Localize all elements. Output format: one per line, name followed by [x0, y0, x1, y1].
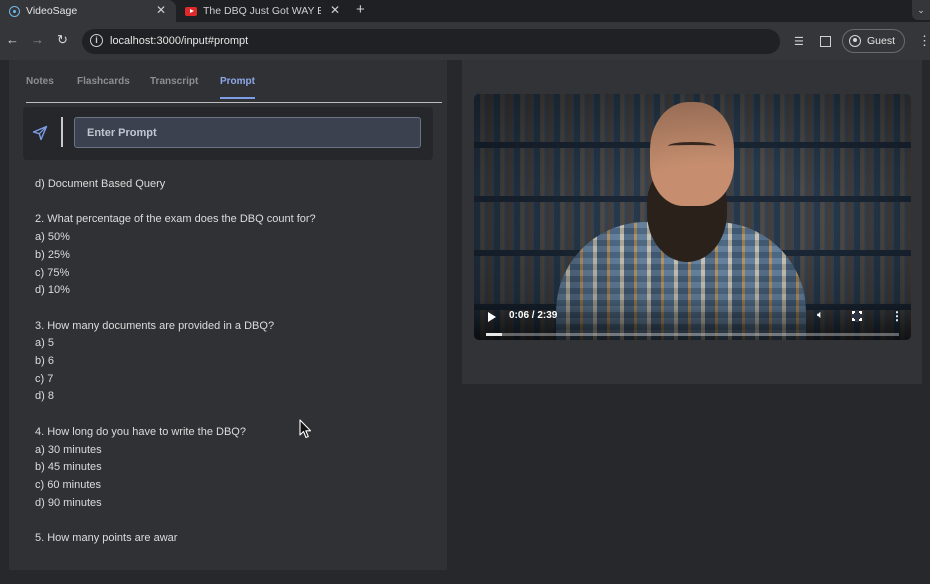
response-line: b) 45 minutes — [35, 461, 102, 474]
fullscreen-icon[interactable] — [851, 310, 863, 322]
response-line: 5. How many points are awar — [35, 532, 178, 544]
address-url[interactable]: localhost:3000/input#prompt — [110, 35, 248, 47]
response-line: d) 90 minutes — [35, 496, 102, 509]
close-tab-icon[interactable]: ✕ — [330, 3, 340, 17]
prompt-input[interactable] — [74, 117, 421, 148]
prompt-divider — [61, 117, 63, 147]
response-line: c) 75% — [35, 266, 70, 279]
response-line: a) 5 — [35, 337, 54, 350]
youtube-icon — [185, 6, 197, 16]
profile-button[interactable]: Guest — [842, 29, 905, 53]
response-line: a) 30 minutes — [35, 443, 102, 456]
reload-icon[interactable]: ↻ — [57, 32, 68, 48]
browser-toolbar: ← → ↻ i localhost:3000/input#prompt ☰ Gu… — [0, 22, 930, 60]
side-panel-icon[interactable] — [820, 36, 831, 47]
response-line: b) 6 — [35, 355, 54, 367]
response-line: a) 50% — [35, 231, 70, 244]
response-line: c) 7 — [35, 372, 54, 385]
browser-menu-icon[interactable]: ⋮ — [918, 33, 930, 49]
video-time: 0:06 / 2:39 — [509, 310, 558, 321]
video-more-icon[interactable]: ⋮ — [891, 309, 903, 323]
video-progress-fill — [486, 333, 502, 336]
person-icon — [849, 35, 861, 47]
response-line: 3. How many documents are provided in a … — [35, 319, 275, 332]
profile-label: Guest — [867, 35, 896, 47]
video-progress-bar[interactable] — [486, 333, 899, 336]
browser-tab-strip: VideoSage ✕ The DBQ Just Got WAY EASI ✕ … — [0, 0, 930, 22]
browser-tab-title: The DBQ Just Got WAY EASI — [203, 5, 321, 17]
browser-tab-youtube[interactable]: The DBQ Just Got WAY EASI ✕ — [178, 0, 350, 22]
site-info-icon[interactable]: i — [90, 34, 103, 47]
address-bar[interactable]: i localhost:3000/input#prompt — [82, 29, 780, 54]
tab-notes[interactable]: Notes — [26, 76, 54, 87]
new-tab-button[interactable]: + — [356, 1, 365, 18]
back-arrow-icon[interactable]: ← — [6, 32, 19, 47]
prompt-response: d) Document Based Query 2. What percentag… — [35, 176, 425, 548]
response-line: 2. What percentage of the exam does the … — [35, 213, 316, 226]
media-control-icon[interactable]: ☰ — [794, 35, 804, 48]
response-line: c) 60 minutes — [35, 478, 102, 491]
video-controls: 0:06 / 2:39 🔈︎ ⋮ — [474, 300, 911, 340]
response-line: 4. How long do you have to write the DBQ… — [35, 425, 246, 438]
video-player[interactable]: 0:06 / 2:39 🔈︎ ⋮ — [474, 94, 911, 340]
browser-tab-videosage[interactable]: VideoSage ✕ — [0, 0, 176, 22]
browser-tab-title: VideoSage — [26, 5, 78, 17]
forward-arrow-icon[interactable]: → — [31, 32, 44, 47]
response-line: d) 8 — [35, 390, 54, 403]
tab-search-chevron-icon[interactable]: ⌄ — [912, 0, 930, 20]
video-panel: 0:06 / 2:39 🔈︎ ⋮ — [462, 60, 922, 384]
tab-transcript[interactable]: Transcript — [150, 76, 198, 87]
response-line: d) 10% — [35, 284, 70, 297]
send-icon[interactable] — [32, 125, 48, 146]
react-icon — [9, 5, 20, 17]
page-content: Notes Flashcards Transcript Prompt d) Do… — [0, 60, 930, 584]
close-tab-icon[interactable]: ✕ — [156, 3, 166, 17]
play-icon[interactable] — [488, 312, 496, 322]
volume-icon[interactable]: 🔈︎ — [817, 309, 824, 322]
response-line: b) 25% — [35, 248, 70, 261]
mouse-cursor-icon — [299, 419, 312, 439]
response-line: d) Document Based Query — [35, 178, 166, 190]
tab-flashcards[interactable]: Flashcards — [77, 76, 130, 87]
panel-tabs: Notes Flashcards Transcript Prompt — [26, 76, 442, 103]
tab-prompt[interactable]: Prompt — [220, 76, 255, 99]
prompt-card — [23, 107, 433, 160]
